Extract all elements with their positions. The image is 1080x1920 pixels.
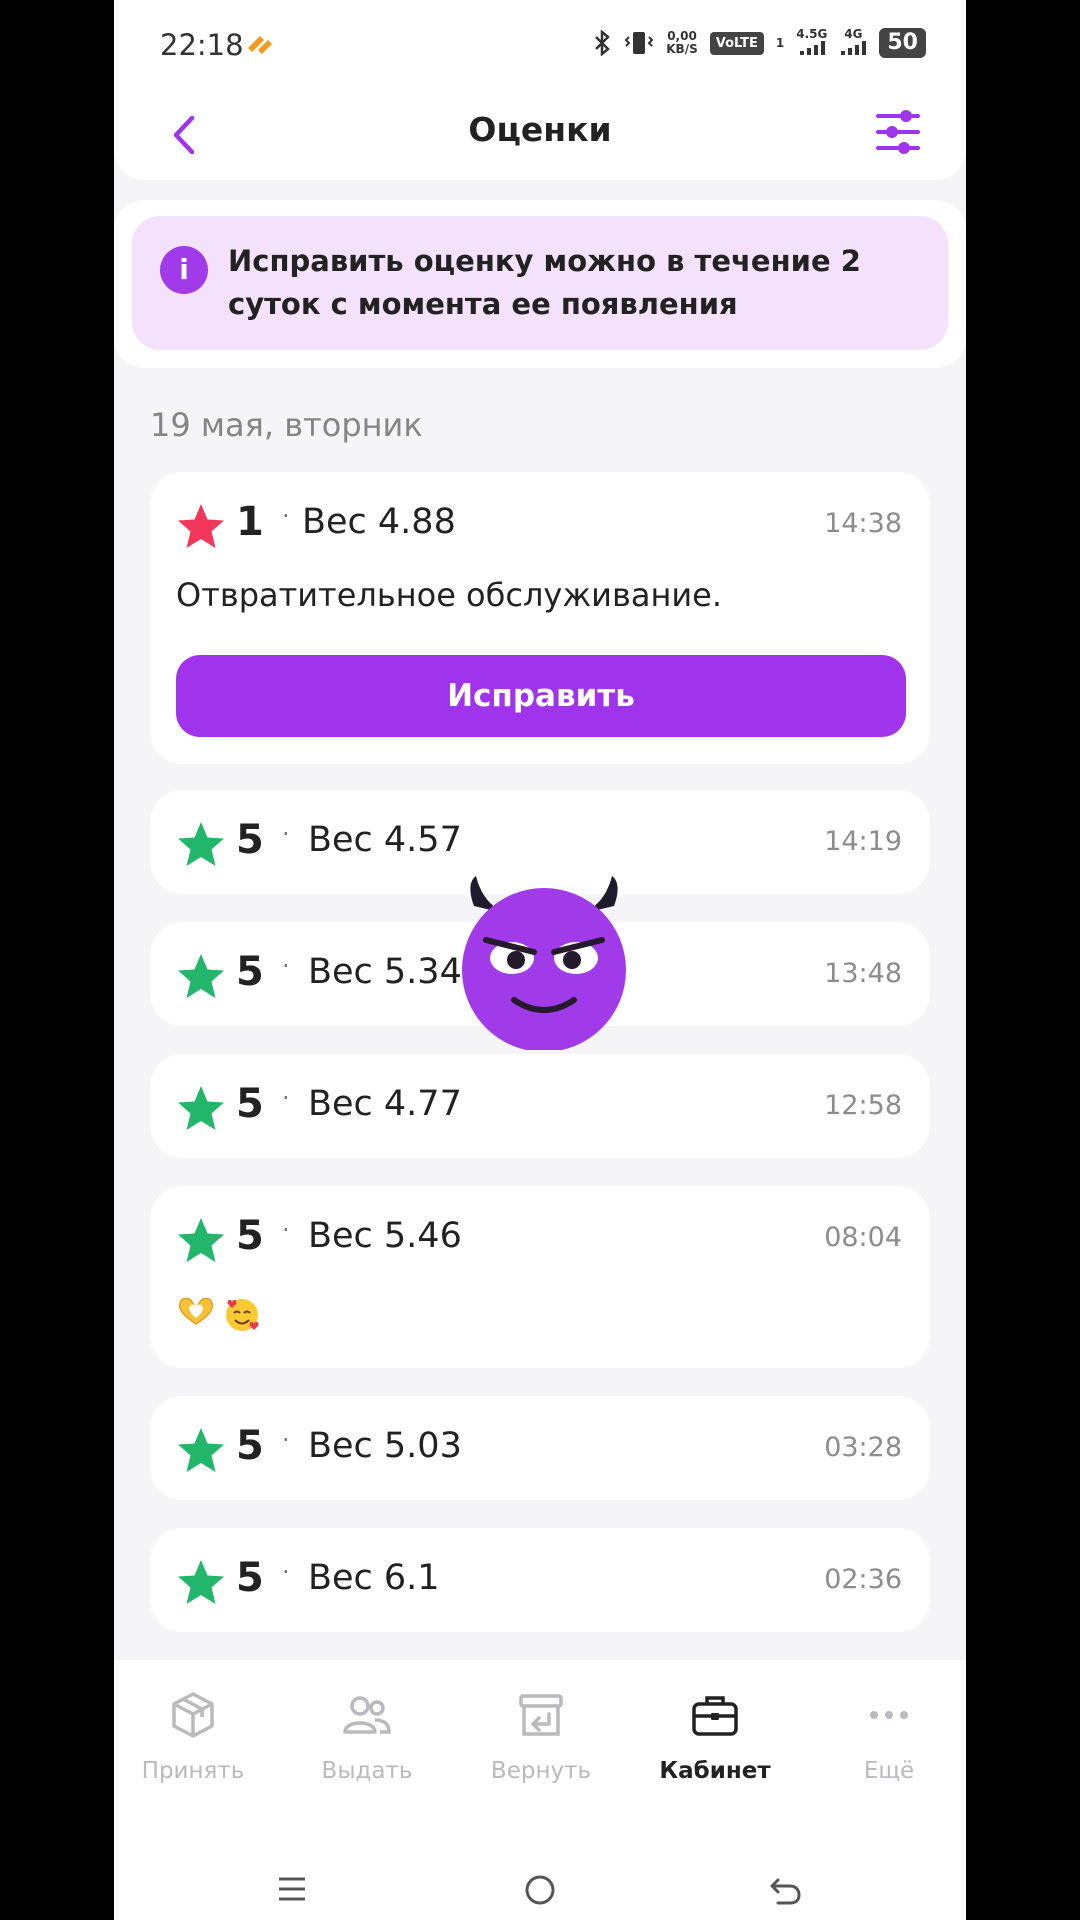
rating-time: 14:19 <box>824 826 902 857</box>
fix-rating-button[interactable]: Исправить <box>176 655 906 737</box>
rating-comment: Отвратительное обслуживание. <box>176 576 723 614</box>
tab-label: Кабинет <box>659 1758 771 1784</box>
tab-label: Выдать <box>321 1758 413 1784</box>
tab-label: Вернуть <box>490 1758 592 1784</box>
status-time: 22:18 <box>160 28 244 62</box>
signal-2: 4G <box>839 28 867 58</box>
star-icon <box>178 1218 224 1262</box>
box-icon <box>172 1692 214 1738</box>
rating-time: 03:28 <box>824 1432 902 1463</box>
star-icon <box>178 504 224 548</box>
tab-more[interactable]: Ещё <box>814 1690 964 1784</box>
app-screen: 22:18 0,00 KB/S VoLTE 1 4.5G 4G 50 Оценк… <box>114 0 966 1920</box>
rating-weight: Вес 4.57 <box>308 820 462 860</box>
rating-time: 13:48 <box>824 958 902 989</box>
rating-weight: Вес 5.46 <box>308 1216 462 1256</box>
rating-header: 1 · Вес 4.88 14:38 <box>176 472 902 576</box>
rating-time: 14:38 <box>824 508 902 539</box>
users-icon <box>343 1696 391 1734</box>
rating-score: 5 <box>236 1555 264 1601</box>
vibrate-icon <box>624 32 654 54</box>
separator-dot: · <box>282 820 290 848</box>
separator-dot: · <box>282 1558 290 1586</box>
tab-return[interactable]: Вернуть <box>466 1690 616 1784</box>
smiling-face-with-hearts-emoji <box>226 1299 259 1331</box>
sim-index: 1 <box>775 35 785 50</box>
rating-time: 08:04 <box>824 1222 902 1253</box>
rating-time: 02:36 <box>824 1564 902 1595</box>
tab-receive[interactable]: Принять <box>118 1690 268 1784</box>
tab-label: Ещё <box>863 1758 915 1784</box>
tab-cabinet[interactable]: Кабинет <box>640 1690 790 1784</box>
separator-dot: · <box>282 1084 290 1112</box>
star-icon <box>178 1086 224 1130</box>
rating-time: 12:58 <box>824 1090 902 1121</box>
separator-dot: · <box>282 502 290 530</box>
star-icon <box>178 1428 224 1472</box>
rating-header: 5 · Вес 5.03 03:28 <box>176 1396 902 1500</box>
return-box-icon <box>519 1694 563 1736</box>
net-speed: 0,00 KB/S <box>666 29 698 56</box>
separator-dot: · <box>282 1216 290 1244</box>
signal-1: 4.5G <box>796 28 827 58</box>
rating-header: 5 · Вес 6.1 02:36 <box>176 1528 902 1632</box>
back-nav-icon[interactable] <box>768 1874 802 1906</box>
rating-weight: Вес 4.77 <box>308 1084 462 1124</box>
rating-card: 5 · Вес 5.03 03:28 <box>150 1396 930 1500</box>
star-icon <box>178 822 224 866</box>
tab-label: Принять <box>141 1758 245 1784</box>
status-bar: 22:18 0,00 KB/S VoLTE 1 4.5G 4G 50 <box>114 0 966 90</box>
briefcase-icon <box>692 1696 738 1736</box>
signal-bars-icon <box>841 41 867 55</box>
separator-dot: · <box>282 952 290 980</box>
signal-bars-icon <box>799 41 825 55</box>
rating-score: 5 <box>236 949 264 995</box>
separator-dot: · <box>282 1426 290 1454</box>
devil-face-sticker <box>462 876 626 1050</box>
menu-icon[interactable] <box>277 1874 307 1904</box>
filter-icon[interactable] <box>874 108 922 156</box>
heart-hands-emoji <box>178 1297 214 1325</box>
rating-score: 1 <box>236 499 264 545</box>
rating-weight: Вес 4.88 <box>302 502 456 542</box>
info-icon: i <box>160 246 208 294</box>
rating-card: 5 · Вес 5.46 08:04 <box>150 1186 930 1368</box>
notification-icon <box>248 36 272 54</box>
system-navigation-bar <box>114 1860 966 1920</box>
more-dots-icon <box>870 1711 908 1719</box>
rating-comment-emoji <box>176 1294 262 1334</box>
rating-weight: Вес 5.34 <box>308 952 462 992</box>
home-circle-icon[interactable] <box>524 1874 556 1906</box>
star-icon <box>178 954 224 998</box>
rating-header: 5 · Вес 4.77 12:58 <box>176 1054 902 1158</box>
info-banner-text: Исправить оценку можно в течение 2 суток… <box>228 244 861 321</box>
rating-card: 5 · Вес 4.77 12:58 <box>150 1054 930 1158</box>
page-title: Оценки <box>468 110 612 149</box>
rating-score: 5 <box>236 817 264 863</box>
rating-weight: Вес 5.03 <box>308 1426 462 1466</box>
tab-issue[interactable]: Выдать <box>292 1690 442 1784</box>
date-group-label: 19 мая, вторник <box>150 406 423 444</box>
info-banner-container: i Исправить оценку можно в течение 2 сут… <box>114 200 966 368</box>
rating-card: 1 · Вес 4.88 14:38 Отвратительное обслуж… <box>150 472 930 764</box>
battery-indicator: 50 <box>879 28 926 58</box>
bottom-navigation: Принять Выдать Вернуть Кабинет Ещё <box>114 1660 966 1920</box>
rating-score: 5 <box>236 1213 264 1259</box>
info-banner: i Исправить оценку можно в течение 2 сут… <box>132 216 948 350</box>
rating-weight: Вес 6.1 <box>308 1558 440 1598</box>
rating-header: 5 · Вес 5.46 08:04 <box>176 1186 902 1290</box>
rating-score: 5 <box>236 1081 264 1127</box>
bluetooth-icon <box>595 30 611 56</box>
rating-card: 5 · Вес 6.1 02:36 <box>150 1528 930 1632</box>
star-icon <box>178 1560 224 1604</box>
volte-badge: VoLTE <box>709 31 764 55</box>
status-icons: 0,00 KB/S VoLTE 1 4.5G 4G 50 <box>592 28 926 58</box>
rating-score: 5 <box>236 1423 264 1469</box>
top-app-bar: Оценки <box>114 90 966 180</box>
